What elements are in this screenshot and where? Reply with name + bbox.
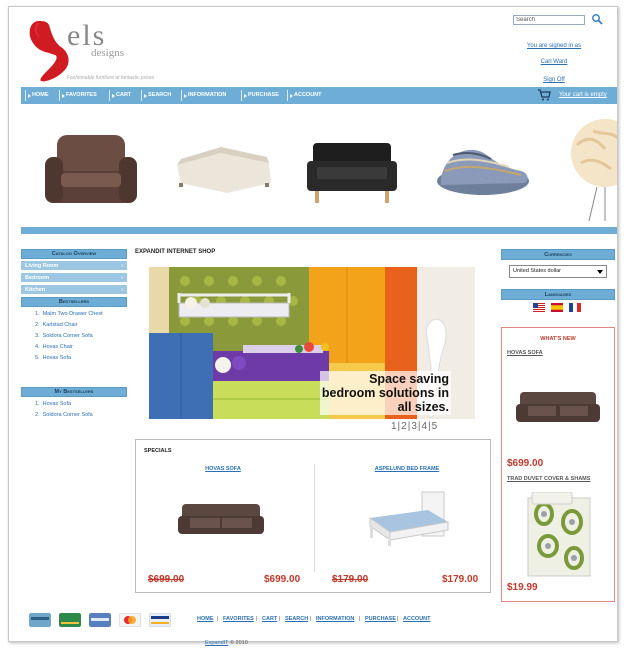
card-icon xyxy=(59,613,81,627)
special-price: $179.00 xyxy=(442,574,479,585)
sign-off-link[interactable]: Sign Off xyxy=(509,77,599,83)
my-bestsellers-header: My Bestsellers xyxy=(21,387,127,397)
currencies-header: Currencies xyxy=(501,249,615,260)
catalog-overview-header: Catalog Overview xyxy=(21,249,127,259)
whats-new-box: WHAT'S NEW HOVAS SOFA $699.00 TRAD DUVET… xyxy=(501,327,615,602)
bestsellers-header: Bestsellers xyxy=(21,297,127,307)
footer-link-search[interactable]: SEARCH xyxy=(285,616,308,622)
chevron-right-icon: › xyxy=(121,263,123,269)
copyright-link[interactable]: ExpandIT xyxy=(205,640,228,646)
corner-sofa-image xyxy=(177,147,271,193)
bestseller-item[interactable]: 2. Karlstad Chair xyxy=(35,322,77,328)
visa-card-icon xyxy=(149,613,171,627)
logo-subtitle: designs xyxy=(91,47,124,59)
special-price: $699.00 xyxy=(264,574,301,585)
paper-lamp-image xyxy=(571,119,617,222)
specials-divider xyxy=(314,464,315,572)
currency-select[interactable]: United States dollar xyxy=(509,265,607,278)
my-bestseller-item[interactable]: 1. Hovas Sofa xyxy=(35,401,71,407)
nav-account[interactable]: ACCOUNT xyxy=(287,87,322,104)
mastercard-icon xyxy=(119,613,141,627)
chevron-right-icon: › xyxy=(121,287,123,293)
whats-new-price: $19.99 xyxy=(507,582,538,593)
banner-caption: Space saving bedroom solutions in all si… xyxy=(319,371,451,415)
nav-search[interactable]: SEARCH xyxy=(141,87,171,104)
france-flag-icon[interactable] xyxy=(569,303,581,312)
catalog-item-label: Living Room xyxy=(25,263,59,269)
us-flag-icon[interactable] xyxy=(533,303,545,312)
footer-link-home[interactable]: HOME xyxy=(197,616,214,622)
bed-frame-image[interactable] xyxy=(362,488,452,548)
chevron-down-icon xyxy=(597,270,603,274)
special-old-price: $699.00 xyxy=(148,574,185,585)
catalog-item-label: Kitchen xyxy=(25,287,46,293)
languages-header: Languages xyxy=(501,289,615,300)
special-product-link[interactable]: ASPELUND BED FRAME xyxy=(332,466,482,472)
whats-new-product-link[interactable]: TRAD DUVET COVER & SHAMS xyxy=(507,476,590,482)
hovas-sofa-image[interactable] xyxy=(176,496,266,540)
bestseller-item[interactable]: 4. Hovas Chair xyxy=(35,344,73,350)
footer-link-account[interactable]: ACCOUNT xyxy=(403,616,431,622)
user-link[interactable]: Carl Ward xyxy=(509,59,599,65)
copyright: ExpandIT © 2010 xyxy=(205,640,248,646)
logo-tagline: Fashionable furniture at fantastic price… xyxy=(67,75,155,81)
catalog-item-label: Bedroom xyxy=(25,275,50,281)
brown-armchair-image xyxy=(45,135,137,203)
spain-flag-icon[interactable] xyxy=(551,303,563,312)
duvet-cover-image[interactable] xyxy=(524,492,594,578)
promo-banner[interactable]: Space saving bedroom solutions in all si… xyxy=(149,267,475,419)
nav-information[interactable]: INFORMATION xyxy=(181,87,226,104)
striped-ottoman-image xyxy=(437,149,529,195)
search-input[interactable] xyxy=(513,15,585,25)
signed-in-label: You are signed in as xyxy=(526,43,582,49)
black-armchair-image xyxy=(307,143,397,203)
footer-link-favorites[interactable]: FAVORITES xyxy=(223,616,254,622)
search-icon[interactable] xyxy=(591,13,603,25)
hovas-sofa-image[interactable] xyxy=(514,384,602,428)
catalog-item-living-room[interactable]: Living Room › xyxy=(21,261,127,271)
shop-title: EXPANDIT INTERNET SHOP xyxy=(135,249,216,255)
page-frame: els designs Fashionable furniture at fan… xyxy=(8,6,618,646)
card-icon xyxy=(89,613,111,627)
card-icon xyxy=(29,613,51,627)
footer-link-purchase[interactable]: PURCHASE xyxy=(365,616,396,622)
bestseller-item[interactable]: 5. Hovas Sofa xyxy=(35,355,71,361)
hero-divider-bar xyxy=(21,227,617,234)
whats-new-product-link[interactable]: HOVAS SOFA xyxy=(507,350,543,356)
main-navbar: HOME FAVORITES CART SEARCH INFORMATION P… xyxy=(21,87,617,104)
nav-cart[interactable]: CART xyxy=(109,87,131,104)
special-product-link[interactable]: HOVAS SOFA xyxy=(148,466,298,472)
nav-home[interactable]: HOME xyxy=(25,87,49,104)
specials-box: SPECIALS HOVAS SOFA $699.00 $699.00 ASPE… xyxy=(135,439,491,593)
hero-product-strip xyxy=(45,119,617,222)
catalog-item-bedroom[interactable]: Bedroom › xyxy=(21,273,127,283)
whats-new-title: WHAT'S NEW xyxy=(540,336,576,342)
nav-favorites[interactable]: FAVORITES xyxy=(59,87,97,104)
bestseller-item[interactable]: 1. Malm Two Drawer Chest xyxy=(35,311,103,317)
whats-new-price: $699.00 xyxy=(507,458,544,469)
shopping-cart-icon[interactable] xyxy=(537,89,551,101)
special-old-price: $179.00 xyxy=(332,574,369,585)
footer-link-information[interactable]: INFORMATION xyxy=(316,616,354,622)
chevron-right-icon: › xyxy=(121,275,123,281)
footer-link-cart[interactable]: CART xyxy=(262,616,277,622)
nav-purchase[interactable]: PURCHASE xyxy=(241,87,279,104)
my-bestseller-item[interactable]: 2. Soldora Corner Sofa xyxy=(35,412,93,418)
banner-pager[interactable]: 1|2|3|4|5 xyxy=(391,421,438,432)
catalog-item-kitchen[interactable]: Kitchen › xyxy=(21,285,127,295)
cart-status-link[interactable]: Your cart is empty xyxy=(559,87,607,104)
bestseller-item[interactable]: 3. Soldora Corner Sofa xyxy=(35,333,93,339)
specials-title: SPECIALS xyxy=(144,448,172,454)
